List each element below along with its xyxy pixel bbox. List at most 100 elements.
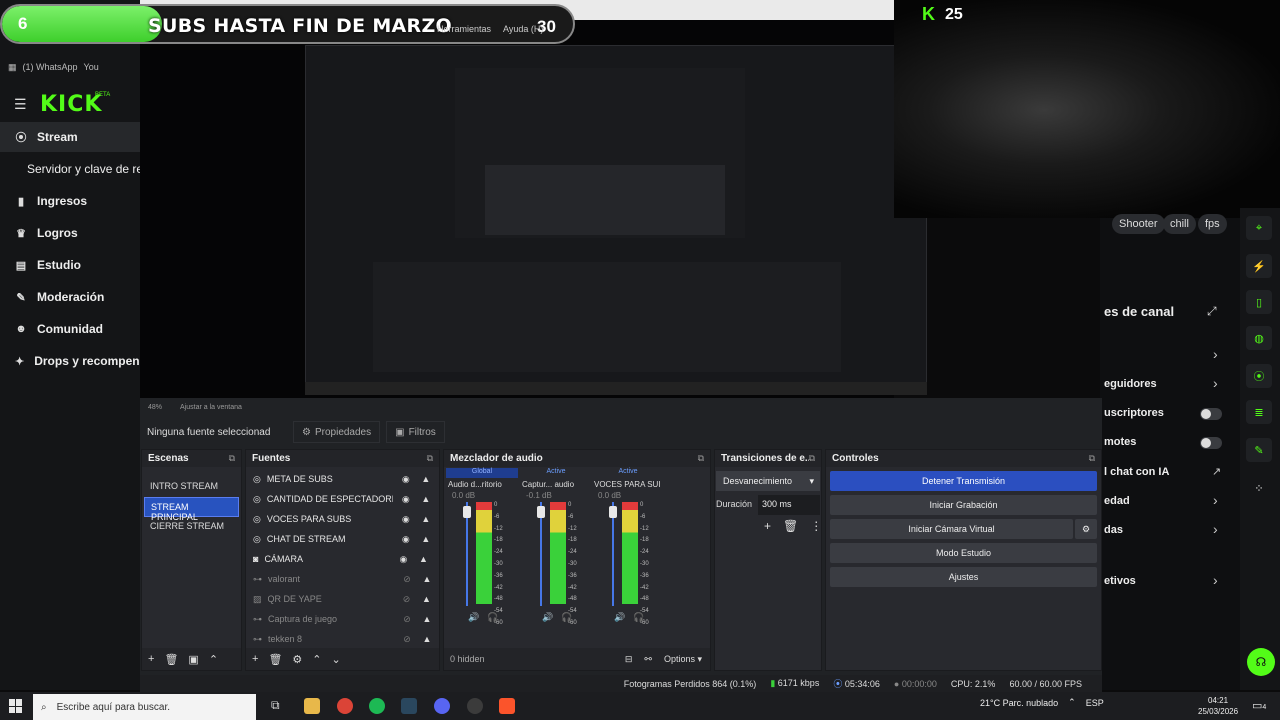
- notification-icon[interactable]: ▭4: [1252, 699, 1266, 712]
- lock-icon[interactable]: ▲: [420, 614, 434, 624]
- menu-ayuda[interactable]: Ayuda (H): [503, 24, 543, 34]
- studio-mode-button[interactable]: Modo Estudio: [830, 543, 1097, 563]
- lock-icon[interactable]: ▲: [420, 574, 434, 584]
- source-item[interactable]: ⊶ tekken 8 ⊘ ▲: [246, 629, 439, 649]
- eye-off-icon[interactable]: ⊘: [400, 594, 414, 605]
- volume-fader-knob[interactable]: [537, 506, 545, 518]
- speaker-icon[interactable]: 🔊: [614, 612, 625, 623]
- sidebar-item-stream[interactable]: ⦿ Stream: [0, 122, 140, 152]
- chevron-right-icon[interactable]: ›: [1213, 375, 1218, 391]
- undock-icon[interactable]: ⧉: [698, 453, 704, 464]
- lock-icon[interactable]: ▲: [419, 474, 433, 484]
- stop-streaming-button[interactable]: Detener Transmisión: [830, 471, 1097, 491]
- sidebar-item-drops[interactable]: ✦ Drops y recompensa: [0, 346, 153, 376]
- lock-icon[interactable]: ▲: [419, 534, 433, 544]
- taskbar-search[interactable]: ⌕ Escribe aquí para buscar.: [33, 694, 256, 720]
- sidebar-item-server-key[interactable]: Servidor y clave de re: [0, 154, 143, 184]
- link-icon[interactable]: ⚯: [644, 654, 652, 665]
- obs-icon[interactable]: [467, 698, 483, 714]
- undock-icon[interactable]: ⧉: [1089, 453, 1095, 464]
- spotify-icon[interactable]: [369, 698, 385, 714]
- up-icon[interactable]: ⌃: [312, 653, 321, 666]
- gear-icon[interactable]: ⚙: [1075, 519, 1097, 539]
- undock-icon[interactable]: ⧉: [809, 453, 815, 464]
- start-recording-button[interactable]: Iniciar Grabación: [830, 495, 1097, 515]
- trash-icon[interactable]: 🗑: [164, 653, 178, 666]
- eye-off-icon[interactable]: ⊘: [400, 614, 414, 625]
- steam-icon[interactable]: [401, 698, 417, 714]
- lock-icon[interactable]: ▲: [419, 494, 433, 504]
- scene-item-selected[interactable]: STREAM PRINCIPAL: [144, 497, 239, 522]
- source-item[interactable]: ◎ VOCES PARA SUBS ◉ ▲: [246, 509, 439, 529]
- zoom-mode[interactable]: Ajustar a la ventana: [180, 404, 242, 411]
- menu-herramientas[interactable]: Herramientas: [437, 24, 491, 34]
- source-item[interactable]: ◎ CHAT DE STREAM ◉ ▲: [246, 529, 439, 549]
- eye-icon[interactable]: ◉: [399, 534, 413, 545]
- lock-icon[interactable]: ▲: [420, 634, 434, 644]
- bookmark-youtube[interactable]: You: [84, 62, 99, 72]
- add-icon[interactable]: +: [148, 653, 154, 665]
- eye-off-icon[interactable]: ⊘: [400, 634, 414, 645]
- list-icon[interactable]: ≣: [1246, 400, 1272, 424]
- chevron-up-icon[interactable]: ⌃: [1068, 697, 1076, 708]
- eye-icon[interactable]: ◉: [396, 554, 410, 565]
- sidebar-item-logros[interactable]: ♛ Logros: [0, 218, 140, 248]
- dots-icon[interactable]: ⁘: [1246, 476, 1272, 500]
- apps-grid-icon[interactable]: ▦: [8, 62, 17, 73]
- source-item[interactable]: ◙ CÁMARA ◉ ▲: [246, 549, 439, 569]
- sidebar-item-moderacion[interactable]: ✎ Moderación: [0, 282, 140, 312]
- subscribers-toggle[interactable]: [1200, 408, 1222, 420]
- source-item[interactable]: ▨ QR DE YAPE ⊘ ▲: [246, 589, 439, 609]
- eye-icon[interactable]: ◉: [399, 494, 413, 505]
- chevron-right-icon[interactable]: ›: [1213, 346, 1218, 362]
- chevron-right-icon[interactable]: ›: [1213, 572, 1218, 588]
- bookmark-whatsapp[interactable]: (1) WhatsApp: [23, 62, 78, 72]
- speaker-icon[interactable]: 🔊: [468, 612, 479, 623]
- headphones-icon[interactable]: 🎧: [561, 612, 572, 623]
- layout-icon[interactable]: ⊟: [625, 654, 633, 665]
- tag-fps[interactable]: fps: [1198, 214, 1227, 234]
- source-item[interactable]: ◎ META DE SUBS ◉ ▲: [246, 469, 439, 489]
- undock-icon[interactable]: ⧉: [229, 453, 235, 464]
- down-icon[interactable]: ⌄: [332, 653, 341, 666]
- doc-icon[interactable]: ▯: [1246, 290, 1272, 314]
- brave-icon[interactable]: [499, 698, 515, 714]
- headphones-icon[interactable]: 🎧: [633, 612, 644, 623]
- chat-icon[interactable]: ◍: [1246, 326, 1272, 350]
- scene-item[interactable]: INTRO STREAM: [144, 477, 239, 497]
- target-icon[interactable]: ⌖: [1246, 216, 1272, 240]
- bolt-icon[interactable]: ⚡: [1246, 254, 1272, 278]
- speaker-icon[interactable]: 🔊: [542, 612, 553, 623]
- source-item[interactable]: ⊶ valorant ⊘ ▲: [246, 569, 439, 589]
- chevron-right-icon[interactable]: ›: [1213, 521, 1218, 537]
- filters-button[interactable]: ▣ Filtros: [386, 421, 445, 443]
- up-icon[interactable]: ⌃: [209, 653, 218, 666]
- lock-icon[interactable]: ▲: [420, 594, 434, 604]
- file-explorer-icon[interactable]: [304, 698, 320, 714]
- lock-icon[interactable]: ▲: [416, 554, 430, 564]
- windows-start-icon[interactable]: [9, 699, 23, 713]
- tag-shooter[interactable]: Shooter: [1112, 214, 1165, 234]
- task-view-icon[interactable]: ⧉: [271, 698, 287, 714]
- eye-icon[interactable]: ◉: [399, 474, 413, 485]
- eye-icon[interactable]: ◉: [399, 514, 413, 525]
- kick-logo[interactable]: KICK: [40, 92, 102, 117]
- taskbar-clock[interactable]: 04:21 25/03/2026: [1198, 695, 1238, 717]
- settings-button[interactable]: Ajustes: [830, 567, 1097, 587]
- mixer-options-button[interactable]: Options ▾: [664, 654, 702, 665]
- discord-icon[interactable]: [434, 698, 450, 714]
- wrench-icon[interactable]: ✎: [1246, 438, 1272, 462]
- trash-icon[interactable]: 🗑: [783, 519, 798, 533]
- add-icon[interactable]: +: [764, 519, 771, 533]
- emotes-toggle[interactable]: [1200, 437, 1222, 449]
- undock-icon[interactable]: ⧉: [427, 453, 433, 464]
- source-item[interactable]: ⊶ Captura de juego ⊘ ▲: [246, 609, 439, 629]
- chevron-right-icon[interactable]: ›: [1213, 492, 1218, 508]
- eye-off-icon[interactable]: ⊘: [400, 574, 414, 585]
- transition-select[interactable]: Desvanecimiento ▾: [716, 471, 820, 491]
- sidebar-item-ingresos[interactable]: ▮ Ingresos: [0, 186, 140, 216]
- volume-fader-knob[interactable]: [463, 506, 471, 518]
- zoom-level[interactable]: 48%: [148, 404, 162, 411]
- headphones-icon[interactable]: 🎧: [487, 612, 498, 623]
- start-virtual-cam-button[interactable]: Iniciar Cámara Virtual: [830, 519, 1073, 539]
